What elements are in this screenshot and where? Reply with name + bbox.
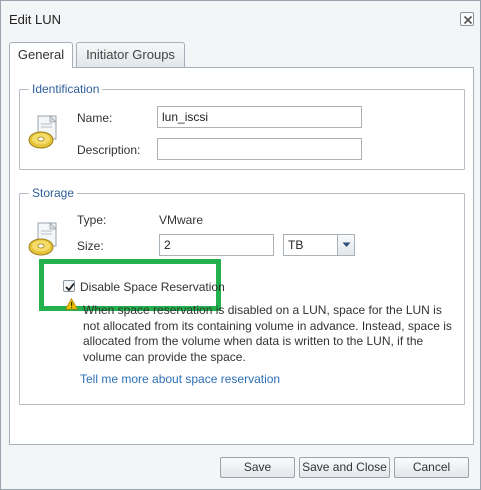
close-button[interactable]: [460, 12, 474, 26]
tab-initiator-groups-label: Initiator Groups: [86, 47, 175, 62]
dialog-title: Edit LUN: [9, 12, 62, 27]
size-unit-value: TB: [288, 238, 304, 252]
size-unit-select[interactable]: TB: [283, 234, 355, 256]
tab-initiator-groups[interactable]: Initiator Groups: [76, 42, 185, 67]
description-label: Description:: [77, 143, 141, 157]
save-button[interactable]: Save: [220, 457, 295, 478]
save-and-close-button[interactable]: Save and Close: [299, 457, 390, 478]
storage-disk-icon: [28, 222, 57, 256]
chevron-down-icon: [342, 242, 351, 247]
type-label: Type:: [77, 213, 107, 227]
checkmark-icon: [65, 282, 75, 292]
name-label: Name:: [77, 111, 113, 125]
disable-space-reservation-label[interactable]: Disable Space Reservation: [80, 280, 225, 294]
identification-legend: Identification: [32, 82, 100, 96]
disable-space-reservation-checkbox[interactable]: [63, 280, 75, 292]
storage-legend: Storage: [32, 186, 75, 200]
space-reservation-warning-text: When space reservation is disabled on a …: [83, 303, 452, 364]
name-input[interactable]: lun_iscsi: [157, 106, 362, 128]
size-unit-dropdown-button[interactable]: [337, 235, 354, 255]
tab-general[interactable]: General: [9, 42, 73, 68]
tab-general-label: General: [17, 47, 65, 62]
edit-lun-dialog: Edit LUN General Initiator Groups Identi…: [0, 0, 481, 490]
size-input[interactable]: 2: [159, 234, 274, 256]
warning-icon: [65, 298, 78, 310]
size-label: Size:: [77, 239, 104, 253]
description-input[interactable]: [157, 138, 362, 160]
cancel-button[interactable]: Cancel: [394, 457, 469, 478]
close-icon: [463, 15, 473, 25]
type-value: VMware: [159, 213, 204, 227]
lun-disk-icon: [28, 115, 57, 149]
dialog-titlebar: Edit LUN: [1, 1, 480, 37]
space-reservation-help-link[interactable]: Tell me more about space reservation: [80, 372, 280, 386]
